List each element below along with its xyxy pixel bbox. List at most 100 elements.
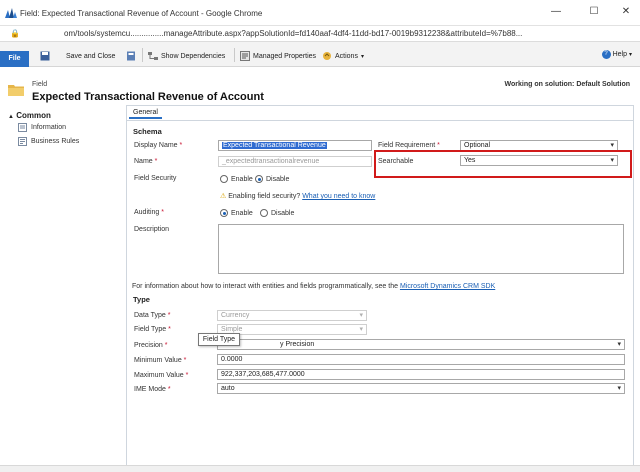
folder-icon: [8, 85, 24, 96]
actions-icon: [323, 52, 331, 60]
precision-label: Precision *: [134, 342, 168, 349]
sdk-info-text: For information about how to interact wi…: [132, 283, 496, 290]
radio-selected-icon: [220, 209, 228, 217]
maximum-value-input[interactable]: 922,337,203,685,477.0000: [217, 369, 625, 380]
managed-properties-button[interactable]: Managed Properties: [240, 50, 316, 62]
name-label: Name *: [134, 158, 158, 165]
chevron-down-icon: ▾: [628, 52, 632, 58]
nav-item-business-rules[interactable]: Business Rules: [18, 137, 79, 146]
auditing-label: Auditing *: [134, 209, 164, 216]
chevron-down-icon: ▾: [360, 53, 364, 60]
save-and-close-label: Save and Close: [66, 52, 116, 60]
nav-section-label: Common: [16, 111, 51, 120]
nav-section-common[interactable]: ▲ Common: [8, 111, 51, 120]
warning-icon: ⚠: [220, 193, 227, 200]
auditing-disable-radio[interactable]: Disable: [260, 209, 294, 217]
field-type-label: Field Type *: [134, 326, 171, 333]
address-bar[interactable]: 🔒 om/tools/systemcu...............manage…: [0, 26, 640, 42]
field-requirement-label: Field Requirement *: [378, 142, 440, 149]
actions-label: Actions: [335, 52, 358, 60]
name-input[interactable]: _expectedtransactionalrevenue: [218, 156, 372, 167]
close-button[interactable]: ✕: [618, 6, 634, 18]
entity-type: Field: [32, 81, 48, 88]
help-menu[interactable]: ? Help ▾: [601, 50, 632, 59]
nav-item-label: Business Rules: [31, 138, 80, 145]
precision-select[interactable]: y Precision ▾: [217, 339, 625, 350]
save-and-close-button[interactable]: Save and Close: [40, 50, 115, 62]
window-bottom-edge: [0, 465, 640, 472]
required-marker: *: [167, 312, 171, 319]
show-dependencies-label: Show Dependencies: [161, 52, 226, 60]
minimum-value-label: Minimum Value *: [134, 357, 187, 364]
required-marker: *: [161, 209, 164, 216]
file-tab[interactable]: File: [0, 51, 29, 67]
required-marker: *: [437, 142, 440, 149]
display-name-label: Display Name *: [134, 142, 183, 149]
tab-general[interactable]: General: [129, 107, 162, 119]
what-you-need-to-know-link[interactable]: What you need to know: [302, 193, 375, 200]
entity-header: Field Expected Transactional Revenue of …: [0, 67, 640, 105]
left-navigation: ▲ Common Information Business Rules: [0, 105, 126, 472]
field-security-enable-radio[interactable]: Enable: [220, 175, 253, 183]
searchable-highlight-box: [374, 150, 632, 178]
help-label: Help: [612, 51, 627, 58]
url-text[interactable]: om/tools/systemcu...............manageAt…: [64, 29, 522, 38]
field-security-note: ⚠ Enabling field security? What you need…: [220, 193, 376, 200]
ribbon-divider: [234, 48, 235, 62]
schema-heading: Schema: [133, 127, 162, 136]
save-document-icon: [127, 51, 135, 61]
required-marker: *: [164, 342, 168, 349]
radio-selected-icon: [255, 175, 263, 183]
information-icon: [18, 123, 27, 132]
description-label: Description: [134, 226, 170, 233]
ribbon-divider: [142, 48, 143, 62]
ime-mode-label: IME Mode *: [134, 386, 171, 393]
solution-indicator: Working on solution: Default Solution: [504, 81, 630, 88]
radio-icon: [260, 209, 268, 217]
managed-properties-icon: [240, 51, 250, 61]
data-type-label: Data Type *: [134, 312, 171, 319]
minimum-value-input[interactable]: 0.0000: [217, 354, 625, 365]
tab-divider: [127, 120, 633, 121]
window-title: Field: Expected Transactional Revenue of…: [20, 9, 263, 18]
collapse-icon: ▲: [8, 114, 14, 120]
crm-logo-icon: [5, 8, 17, 18]
managed-properties-label: Managed Properties: [253, 52, 317, 60]
save-icon: [40, 51, 50, 61]
field-security-label: Field Security: [134, 175, 177, 182]
show-dependencies-button[interactable]: Show Dependencies: [148, 50, 225, 62]
maximum-value-label: Maximum Value *: [134, 372, 189, 379]
business-rules-icon: [18, 137, 27, 146]
display-name-input[interactable]: Expected Transactional Revenue: [218, 140, 372, 151]
required-marker: *: [167, 386, 171, 393]
save-only-button[interactable]: [126, 50, 136, 62]
required-marker: *: [185, 372, 189, 379]
window-title-bar: Field: Expected Transactional Revenue of…: [0, 0, 640, 26]
chevron-down-icon: ▾: [617, 385, 621, 392]
sdk-link[interactable]: Microsoft Dynamics CRM SDK: [400, 283, 495, 290]
chevron-down-icon: ▾: [359, 326, 363, 333]
maximize-button[interactable]: ☐: [586, 6, 602, 18]
required-marker: *: [154, 158, 158, 165]
required-marker: *: [168, 326, 171, 333]
chevron-down-icon: ▾: [610, 142, 614, 149]
radio-icon: [220, 175, 228, 183]
ime-mode-select[interactable]: auto ▾: [217, 383, 625, 394]
actions-menu[interactable]: Actions ▾: [322, 50, 364, 62]
page-title: Expected Transactional Revenue of Accoun…: [32, 91, 264, 103]
minimize-button[interactable]: —: [548, 6, 564, 18]
auditing-enable-radio[interactable]: Enable: [220, 209, 253, 217]
lock-icon: 🔒: [10, 29, 20, 38]
required-marker: *: [179, 142, 183, 149]
description-textarea[interactable]: [218, 224, 624, 274]
field-type-tooltip: Field Type: [198, 333, 240, 346]
type-heading: Type: [133, 295, 150, 304]
chevron-down-icon: ▾: [617, 341, 621, 348]
data-type-select[interactable]: Currency ▾: [217, 310, 367, 321]
command-ribbon: File Save and Close Show Dependencies Ma…: [0, 42, 640, 67]
field-security-disable-radio[interactable]: Disable: [255, 175, 289, 183]
nav-item-label: Information: [31, 124, 67, 131]
required-marker: *: [183, 357, 187, 364]
help-icon: ?: [601, 50, 611, 59]
nav-item-information[interactable]: Information: [18, 123, 66, 132]
